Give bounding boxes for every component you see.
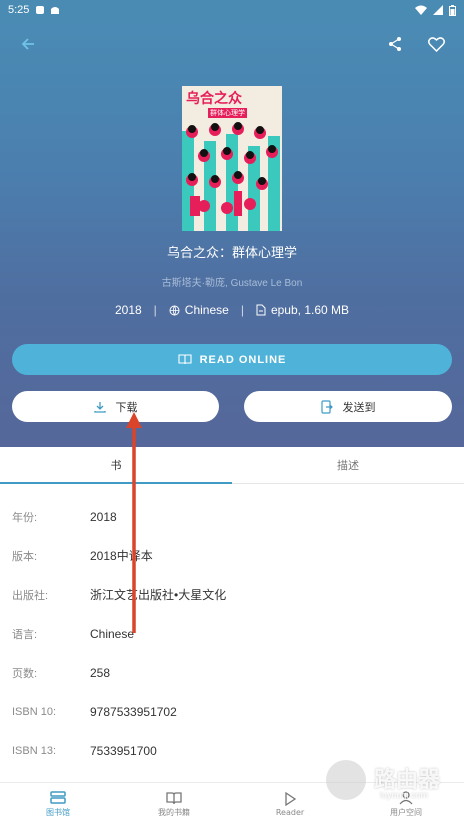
detail-value: 2018中译本 <box>90 549 153 563</box>
file-icon <box>256 304 266 316</box>
download-icon <box>93 401 106 413</box>
top-app-bar <box>0 20 464 68</box>
detail-value: 9787533951702 <box>90 704 177 719</box>
book-details: 年份: 2018 版本: 2018中译本 出版社: 浙江文艺出版社•大星文化 语… <box>0 497 464 770</box>
detail-value: 258 <box>90 665 111 680</box>
nav-label: 我的书籍 <box>158 807 190 817</box>
detail-tabs: 书 描述 <box>0 447 464 484</box>
send-to-button[interactable]: 发送到 <box>244 391 452 422</box>
bottom-navigation: 图书馆 我的书籍 Reader 用户空间 <box>0 782 464 825</box>
detail-label: 语言: <box>12 628 38 641</box>
nav-library[interactable]: 图书馆 <box>0 783 116 825</box>
arrow-left-icon <box>21 38 34 50</box>
detail-value: 7533951700 <box>90 743 157 758</box>
signal-icon <box>433 5 443 15</box>
detail-label: 出版社: <box>12 589 49 602</box>
book-title: 乌合之众：群体心理学 <box>166 246 297 261</box>
meta-separator: | <box>153 303 157 317</box>
nav-my-books[interactable]: 我的书籍 <box>116 783 232 825</box>
detail-label: 版本: <box>12 550 38 563</box>
notification-icon <box>36 6 45 14</box>
tab-description[interactable]: 描述 <box>232 447 464 483</box>
book-open-icon <box>166 791 182 804</box>
detail-row-isbn13: ISBN 13: 7533951700 <box>0 731 464 770</box>
book-open-icon <box>178 354 192 365</box>
nav-user-space[interactable]: 用户空间 <box>348 783 464 825</box>
share-icon <box>389 37 401 51</box>
meta-separator: | <box>240 303 244 317</box>
book-language-item: Chinese <box>169 303 229 317</box>
globe-icon <box>169 305 180 316</box>
user-icon <box>399 790 413 804</box>
detail-value: 2018 <box>90 509 117 524</box>
share-button[interactable] <box>379 28 411 60</box>
detail-row-pages: 页数: 258 <box>0 653 464 692</box>
heart-icon <box>427 36 445 52</box>
download-label: 下载 <box>115 400 138 414</box>
status-bar: 5:25 <box>0 0 464 20</box>
battery-icon <box>449 4 456 16</box>
book-language: Chinese <box>184 303 229 317</box>
book-header: 乌合之众 群体心理学 乌合之众：群体心理学 古斯塔夫·勒庞, Gustave L… <box>0 20 464 447</box>
book-author[interactable]: 古斯塔夫·勒庞, Gustave Le Bon <box>0 274 464 289</box>
book-format: epub, 1.60 MB <box>270 303 350 317</box>
read-online-label: READ ONLINE <box>199 353 287 366</box>
detail-row-language: 语言: Chinese <box>0 614 464 653</box>
download-button[interactable]: 下载 <box>12 391 219 422</box>
detail-value: Chinese <box>90 626 135 641</box>
book-format-item: epub, 1.60 MB <box>256 303 349 317</box>
wifi-icon <box>415 5 427 15</box>
book-year: 2018 <box>114 303 142 317</box>
detail-label: ISBN 13: <box>12 744 57 757</box>
nav-label: 用户空间 <box>390 807 422 817</box>
detail-row-edition: 版本: 2018中译本 <box>0 536 464 575</box>
detail-label: ISBN 10: <box>12 705 57 718</box>
book-meta: 2018 | Chinese | epub, 1.60 MB <box>0 303 464 317</box>
play-icon <box>285 791 297 806</box>
read-online-button[interactable]: READ ONLINE <box>12 344 452 375</box>
detail-label: 年份: <box>12 511 38 524</box>
detail-row-isbn10: ISBN 10: 9787533951702 <box>0 692 464 731</box>
tab-book[interactable]: 书 <box>0 447 232 484</box>
cover-illustration <box>182 122 280 231</box>
detail-row-year: 年份: 2018 <box>0 497 464 536</box>
detail-label: 页数: <box>12 667 38 680</box>
book-cover[interactable]: 乌合之众 群体心理学 <box>182 86 282 231</box>
send-to-device-icon <box>320 399 333 414</box>
detail-value[interactable]: 浙江文艺出版社•大星文化 <box>90 586 226 603</box>
status-time: 5:25 <box>8 4 30 16</box>
library-icon <box>50 790 66 804</box>
android-icon <box>51 7 60 14</box>
send-to-label: 发送到 <box>342 400 376 414</box>
nav-label: 图书馆 <box>46 807 70 817</box>
nav-label: Reader <box>275 807 305 817</box>
back-button[interactable] <box>12 28 44 60</box>
nav-reader[interactable]: Reader <box>232 783 348 825</box>
favorite-button[interactable] <box>420 28 452 60</box>
detail-row-publisher: 出版社: 浙江文艺出版社•大星文化 <box>0 575 464 614</box>
